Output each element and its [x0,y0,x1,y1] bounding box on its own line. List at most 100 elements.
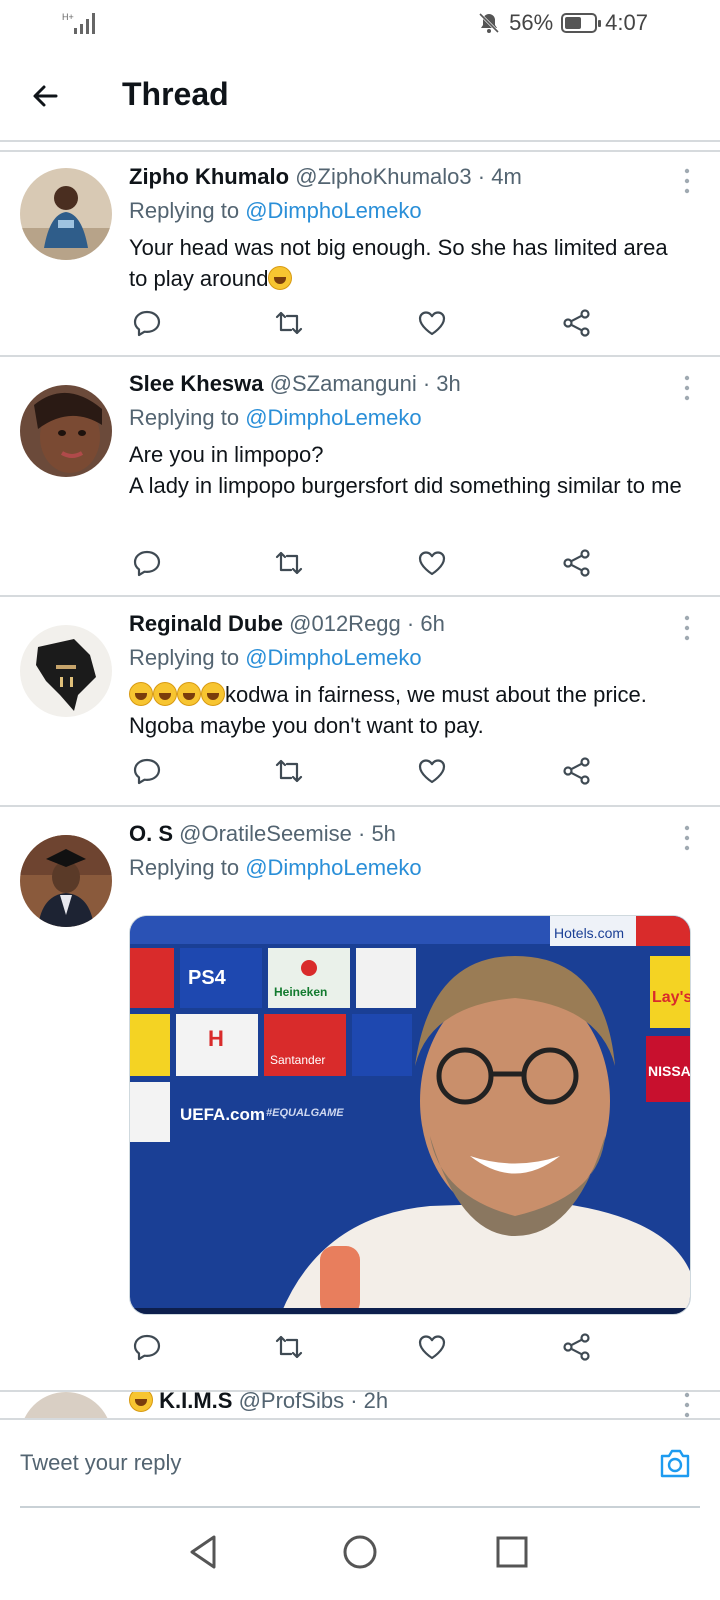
thread-header: Thread [0,52,720,142]
share-icon[interactable] [561,307,593,339]
replying-to-link[interactable]: @DimphoLemeko [245,405,421,430]
tweet-age: · 6h [406,611,445,636]
reply-input[interactable]: Tweet your reply [20,1450,181,1476]
author-name[interactable]: Zipho Khumalo [129,164,289,189]
retweet-icon[interactable] [273,1331,305,1363]
heart-icon[interactable] [416,1331,448,1363]
tweet-age: · 3h [422,371,461,396]
signal-icon: H+ [62,12,95,34]
rofl-emoji-icon [177,682,201,706]
tweet-age: · 5h [358,821,396,846]
sponsor-label: Santander [270,1053,325,1067]
replying-to-link[interactable]: @DimphoLemeko [245,855,421,880]
tweet-media-image[interactable]: PS4 Heineken Hotels.com H Santander UEFA… [129,915,691,1315]
share-icon[interactable] [561,755,593,787]
tweet-text: Your head was not big enough. So she has… [129,235,668,291]
replying-to: Replying to @DimphoLemeko [129,405,422,430]
page-title: Thread [122,76,229,112]
comment-icon[interactable] [131,1331,163,1363]
author-name[interactable]: Slee Kheswa [129,371,264,396]
comment-icon[interactable] [131,547,163,579]
input-underline [20,1506,700,1508]
rofl-emoji-icon [129,682,153,706]
author-name[interactable]: K.I.M.S [159,1392,232,1413]
tweet-item[interactable]: O. S @OratileSeemise · 5h Replying to @D… [0,807,720,1392]
retweet-icon[interactable] [273,547,305,579]
more-vertical-icon[interactable] [684,168,690,194]
tweet-actions [131,547,611,579]
tweet-header: Reginald Dube @012Regg · 6h [129,609,690,639]
system-nav-bar [0,1510,720,1600]
header-divider [0,142,720,152]
sponsor-label: #EQUALGAME [266,1107,344,1119]
avatar[interactable] [20,835,112,927]
heart-icon[interactable] [416,547,448,579]
replying-to: Replying to @DimphoLemeko [129,855,422,880]
tweet-item[interactable]: Zipho Khumalo @ZiphoKhumalo3 · 4m Replyi… [0,152,720,357]
avatar[interactable] [20,168,112,260]
rofl-emoji-icon [153,682,177,706]
sponsor-label: UEFA.com [180,1105,265,1124]
replying-to-link[interactable]: @DimphoLemeko [245,198,421,223]
author-handle: @012Regg [289,611,401,636]
avatar[interactable] [20,625,112,717]
tweet-text: kodwa in fairness, we must about the pri… [129,682,647,738]
emoji-icon [129,1392,153,1412]
rofl-emoji-icon [201,682,225,706]
tweet-header: Slee Kheswa @SZamanguni · 3h [129,369,690,399]
replying-to: Replying to @DimphoLemeko [129,198,422,223]
clock: 4:07 [605,10,648,35]
battery-icon [561,13,602,33]
bell-muted-icon [479,12,500,34]
back-nav-icon[interactable] [184,1532,224,1572]
tweet-item[interactable]: Reginald Dube @012Regg · 6h Replying to … [0,597,720,807]
share-icon[interactable] [561,547,593,579]
heart-icon[interactable] [416,755,448,787]
retweet-icon[interactable] [273,307,305,339]
author-name[interactable]: Reginald Dube [129,611,283,636]
heart-icon[interactable] [416,307,448,339]
author-handle: @ProfSibs [238,1392,345,1413]
sponsor-label: Lay's [652,989,691,1006]
sponsor-label: NISSAN [648,1063,691,1079]
svg-text:H: H [208,1026,224,1051]
tweet-actions [131,755,611,787]
reply-composer: Tweet your reply [0,1418,720,1510]
comment-icon[interactable] [131,755,163,787]
replying-to: Replying to @DimphoLemeko [129,645,422,670]
author-handle: @OratileSeemise [179,821,352,846]
avatar[interactable] [20,1392,112,1418]
tweet-age: · 4m [477,164,522,189]
replying-to-link[interactable]: @DimphoLemeko [245,645,421,670]
share-icon[interactable] [561,1331,593,1363]
network-type: H+ [62,12,74,22]
tweet-text: Are you in limpopo? A lady in limpopo bu… [129,442,682,498]
tweet-header: Zipho Khumalo @ZiphoKhumalo3 · 4m [129,162,690,192]
battery-level-fill [565,17,582,29]
more-vertical-icon[interactable] [684,1392,690,1418]
more-vertical-icon[interactable] [684,825,690,851]
battery-percent: 56% [509,10,554,35]
more-vertical-icon[interactable] [684,615,690,641]
tweet-item[interactable]: Slee Kheswa @SZamanguni · 3h Replying to… [0,357,720,597]
status-bar: H+ 56% 4:07 [0,0,720,52]
more-vertical-icon[interactable] [684,375,690,401]
retweet-icon[interactable] [273,755,305,787]
author-handle: @SZamanguni [269,371,417,396]
tweet-actions [131,1331,611,1363]
author-handle: @ZiphoKhumalo3 [295,164,472,189]
sponsor-label: Hotels.com [554,925,624,941]
home-nav-icon[interactable] [340,1532,380,1572]
author-name[interactable]: O. S [129,821,173,846]
back-arrow-icon[interactable] [26,76,66,116]
comment-icon[interactable] [131,307,163,339]
avatar[interactable] [20,385,112,477]
recents-nav-icon[interactable] [492,1532,532,1572]
camera-icon[interactable] [656,1444,694,1482]
tweet-item[interactable]: K.I.M.S @ProfSibs · 2h [0,1392,720,1418]
tweet-header: K.I.M.S @ProfSibs · 2h [129,1392,690,1416]
rofl-emoji-icon [268,266,293,290]
tweet-age: · 2h [350,1392,389,1413]
sponsor-label: PS4 [188,967,227,989]
tweet-header: O. S @OratileSeemise · 5h [129,819,690,849]
